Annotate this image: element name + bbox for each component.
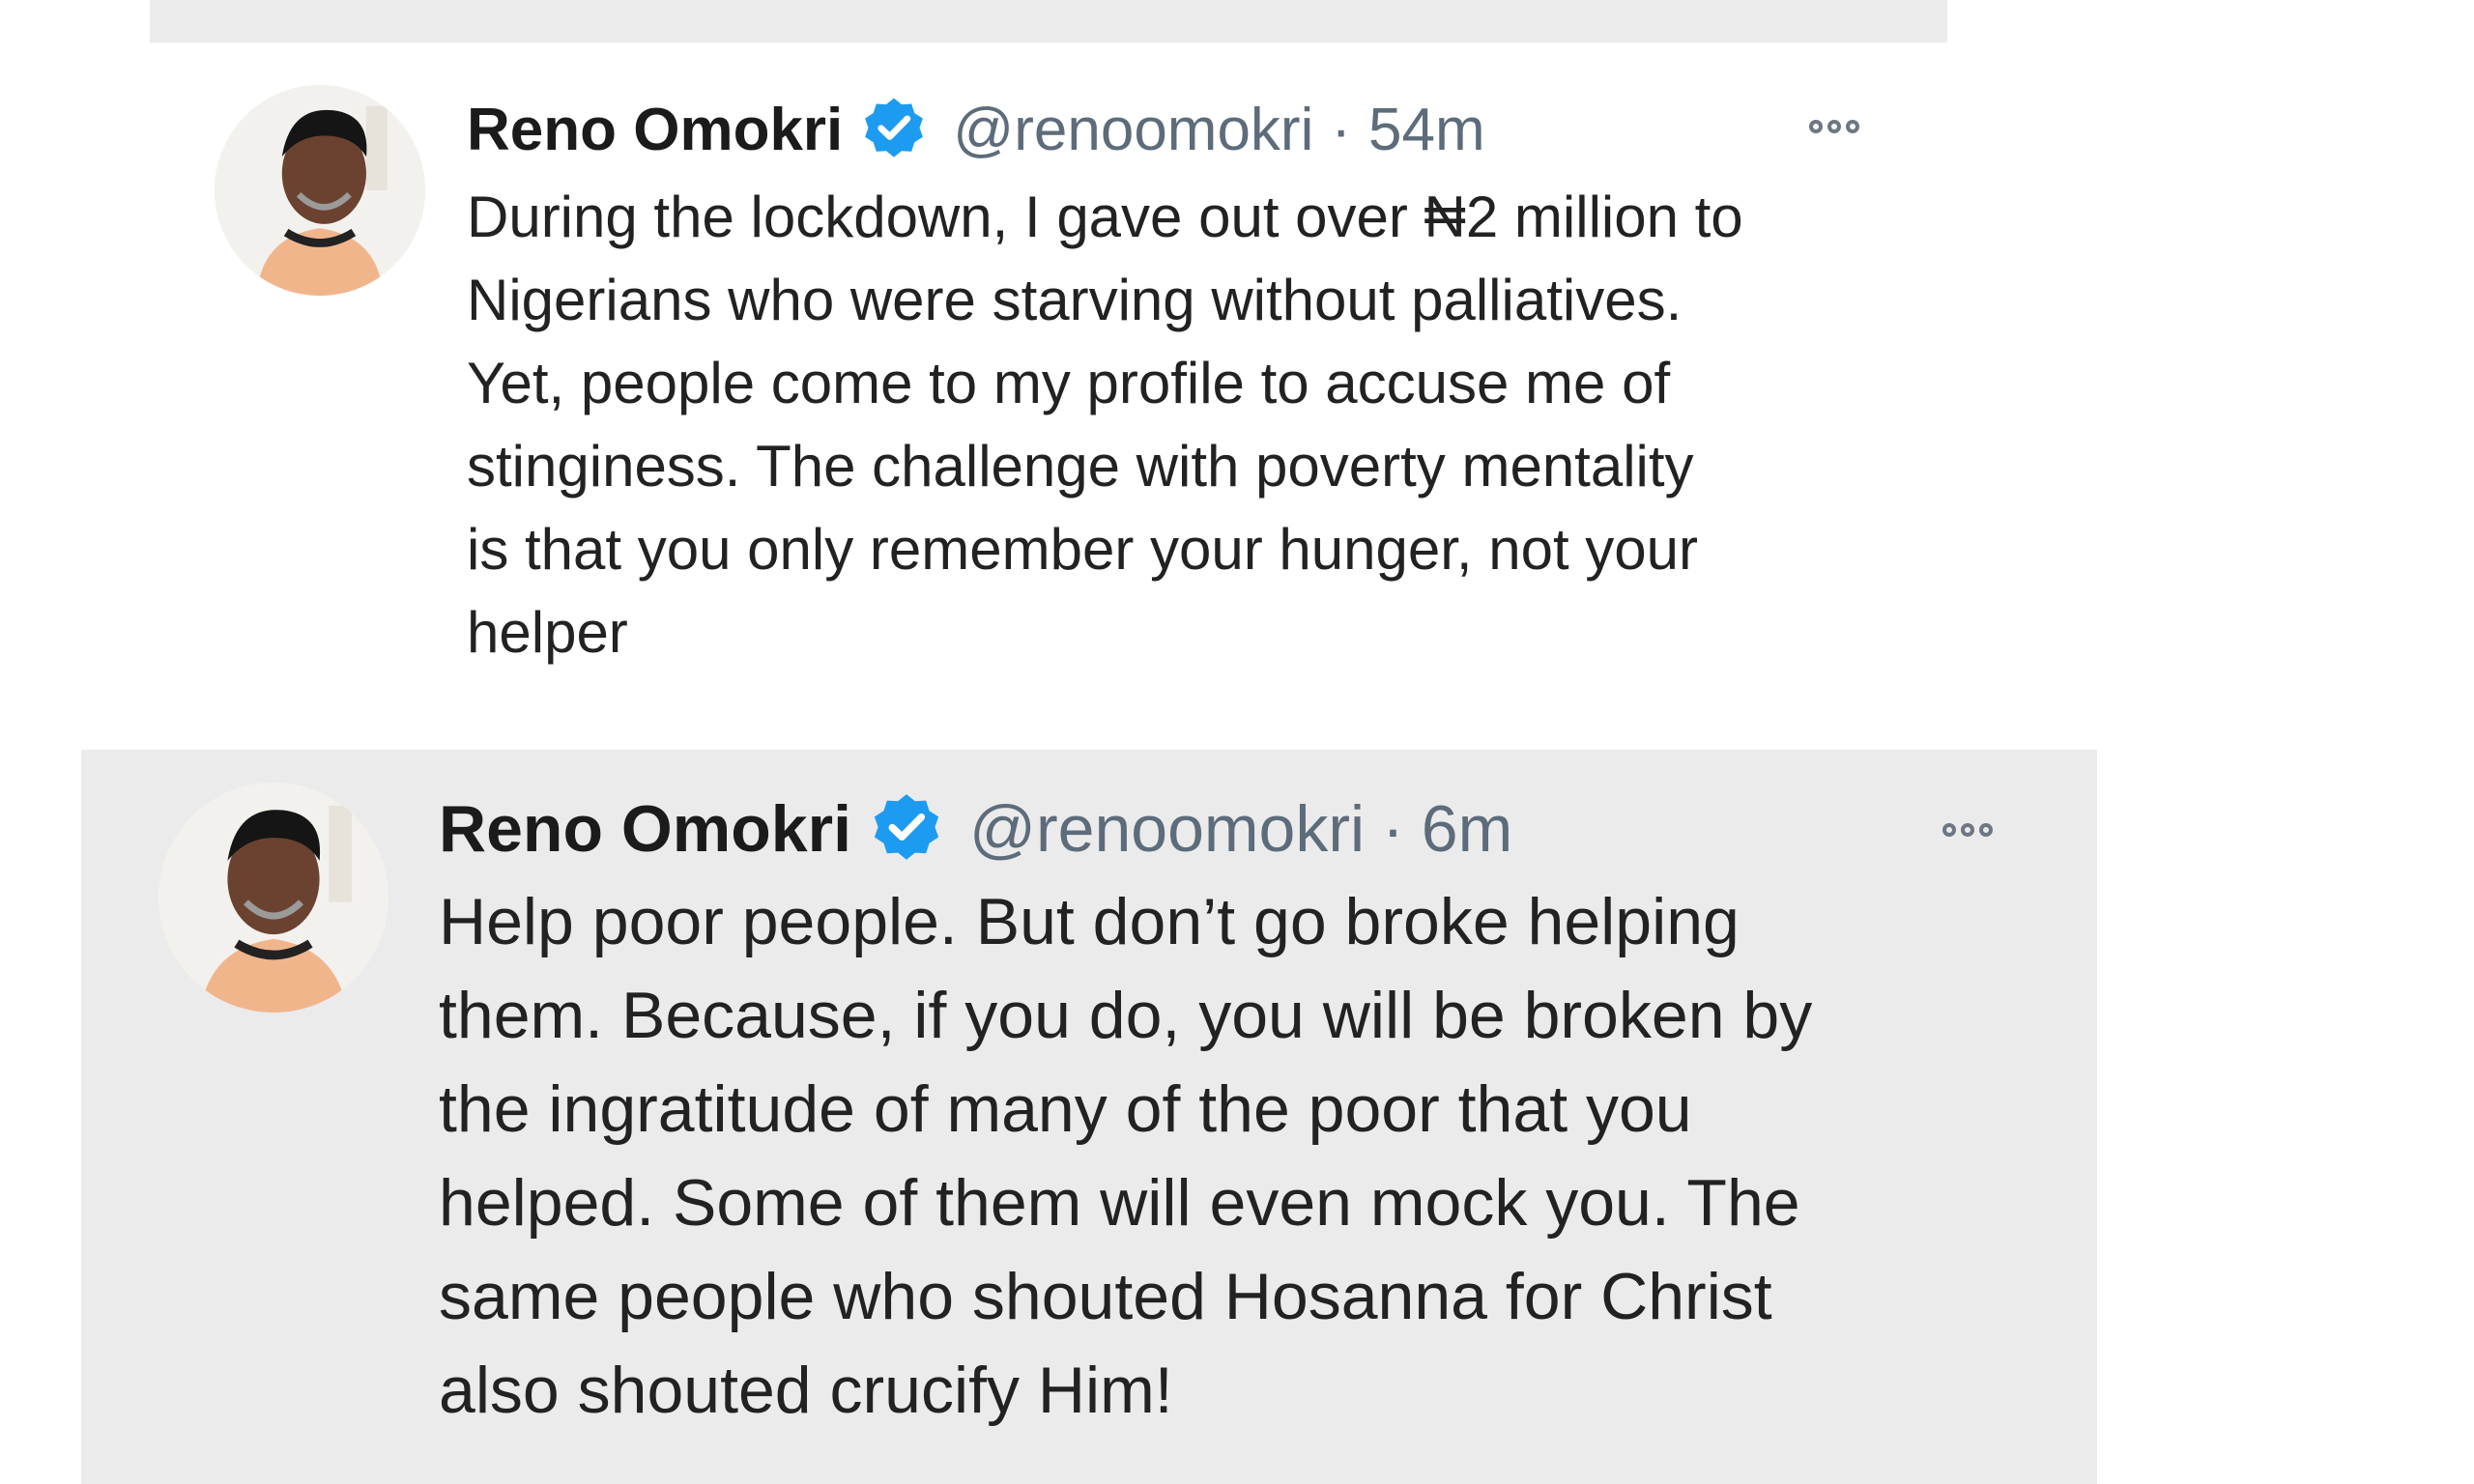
author-name[interactable]: Reno Omokri [467, 96, 843, 164]
more-dot [1827, 120, 1841, 133]
author-handle[interactable]: @renoomokri [969, 791, 1365, 867]
tweet-text: Help poor people. But don’t go broke hel… [439, 885, 1813, 1427]
avatar[interactable] [215, 85, 425, 296]
timestamp[interactable]: 6m [1422, 791, 1512, 867]
tweet-card[interactable]: Reno Omokri @renoomokri · 54m During the… [150, 43, 1947, 719]
more-options-icon[interactable] [1809, 120, 1859, 133]
tweet-card[interactable]: Reno Omokri @renoomokri · 6m Help poor p… [81, 750, 2097, 1484]
avatar[interactable] [158, 783, 388, 1013]
timestamp[interactable]: 54m [1368, 96, 1485, 164]
more-dot [1942, 823, 1956, 837]
tweet-header: Reno Omokri @renoomokri · 54m [467, 89, 1485, 170]
verified-badge-icon [867, 789, 946, 869]
verified-badge-icon [858, 94, 930, 165]
author-name[interactable]: Reno Omokri [439, 791, 851, 867]
more-dot [1809, 120, 1823, 133]
separator-dot: · [1331, 96, 1352, 163]
author-handle[interactable]: @renoomokri [953, 96, 1313, 164]
separator-dot: · [1382, 792, 1404, 866]
more-dot [1846, 120, 1859, 133]
more-dot [1979, 823, 1993, 837]
previous-tweet-edge [150, 0, 1947, 43]
tweet-text: During the lockdown, I gave out over ₦2 … [467, 185, 1743, 665]
tweet-header: Reno Omokri @renoomokri · 6m [439, 788, 1512, 870]
more-options-icon[interactable] [1942, 823, 1993, 837]
more-dot [1961, 823, 1974, 837]
